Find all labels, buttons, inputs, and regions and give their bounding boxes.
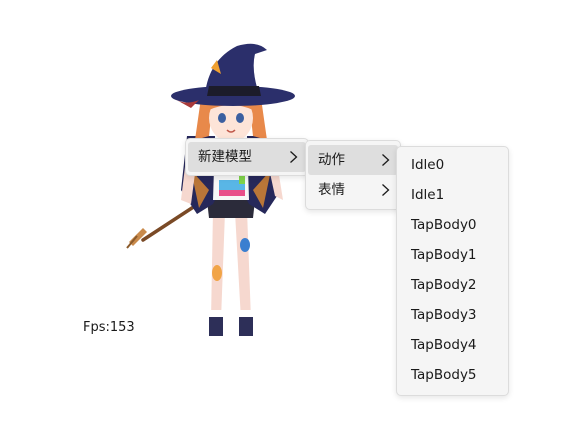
context-menu: 新建模型 xyxy=(185,138,309,176)
menu-item-idle0[interactable]: Idle0 xyxy=(399,150,506,180)
menu-item-tapbody5[interactable]: TapBody5 xyxy=(399,360,506,390)
live2d-character[interactable] xyxy=(125,40,295,345)
legs xyxy=(209,210,253,336)
menu-item-expression[interactable]: 表情 xyxy=(308,175,398,205)
chevron-right-icon xyxy=(381,145,390,175)
broom xyxy=(126,204,197,249)
fps-label: Fps: xyxy=(83,320,110,335)
menu-item-tapbody2[interactable]: TapBody2 xyxy=(399,270,506,300)
chevron-right-icon xyxy=(289,142,298,172)
menu-item-tapbody3[interactable]: TapBody3 xyxy=(399,300,506,330)
model-submenu: 动作 表情 xyxy=(305,140,401,210)
witch-hat xyxy=(171,43,295,108)
menu-item-idle1[interactable]: Idle1 xyxy=(399,180,506,210)
menu-item-label: 动作 xyxy=(318,152,345,168)
menu-item-tapbody4[interactable]: TapBody4 xyxy=(399,330,506,360)
menu-item-motion[interactable]: 动作 xyxy=(308,145,398,175)
menu-item-tapbody0[interactable]: TapBody0 xyxy=(399,210,506,240)
menu-item-tapbody1[interactable]: TapBody1 xyxy=(399,240,506,270)
motion-submenu: Idle0 Idle1 TapBody0 TapBody1 TapBody2 T… xyxy=(396,146,509,396)
fps-value: 153 xyxy=(109,320,135,335)
fps-counter: Fps: 153 xyxy=(83,320,135,335)
menu-item-new-model[interactable]: 新建模型 xyxy=(188,142,306,172)
chevron-right-icon xyxy=(381,175,390,205)
menu-item-label: 表情 xyxy=(318,182,345,198)
menu-item-label: 新建模型 xyxy=(198,149,252,165)
shorts xyxy=(207,200,255,218)
